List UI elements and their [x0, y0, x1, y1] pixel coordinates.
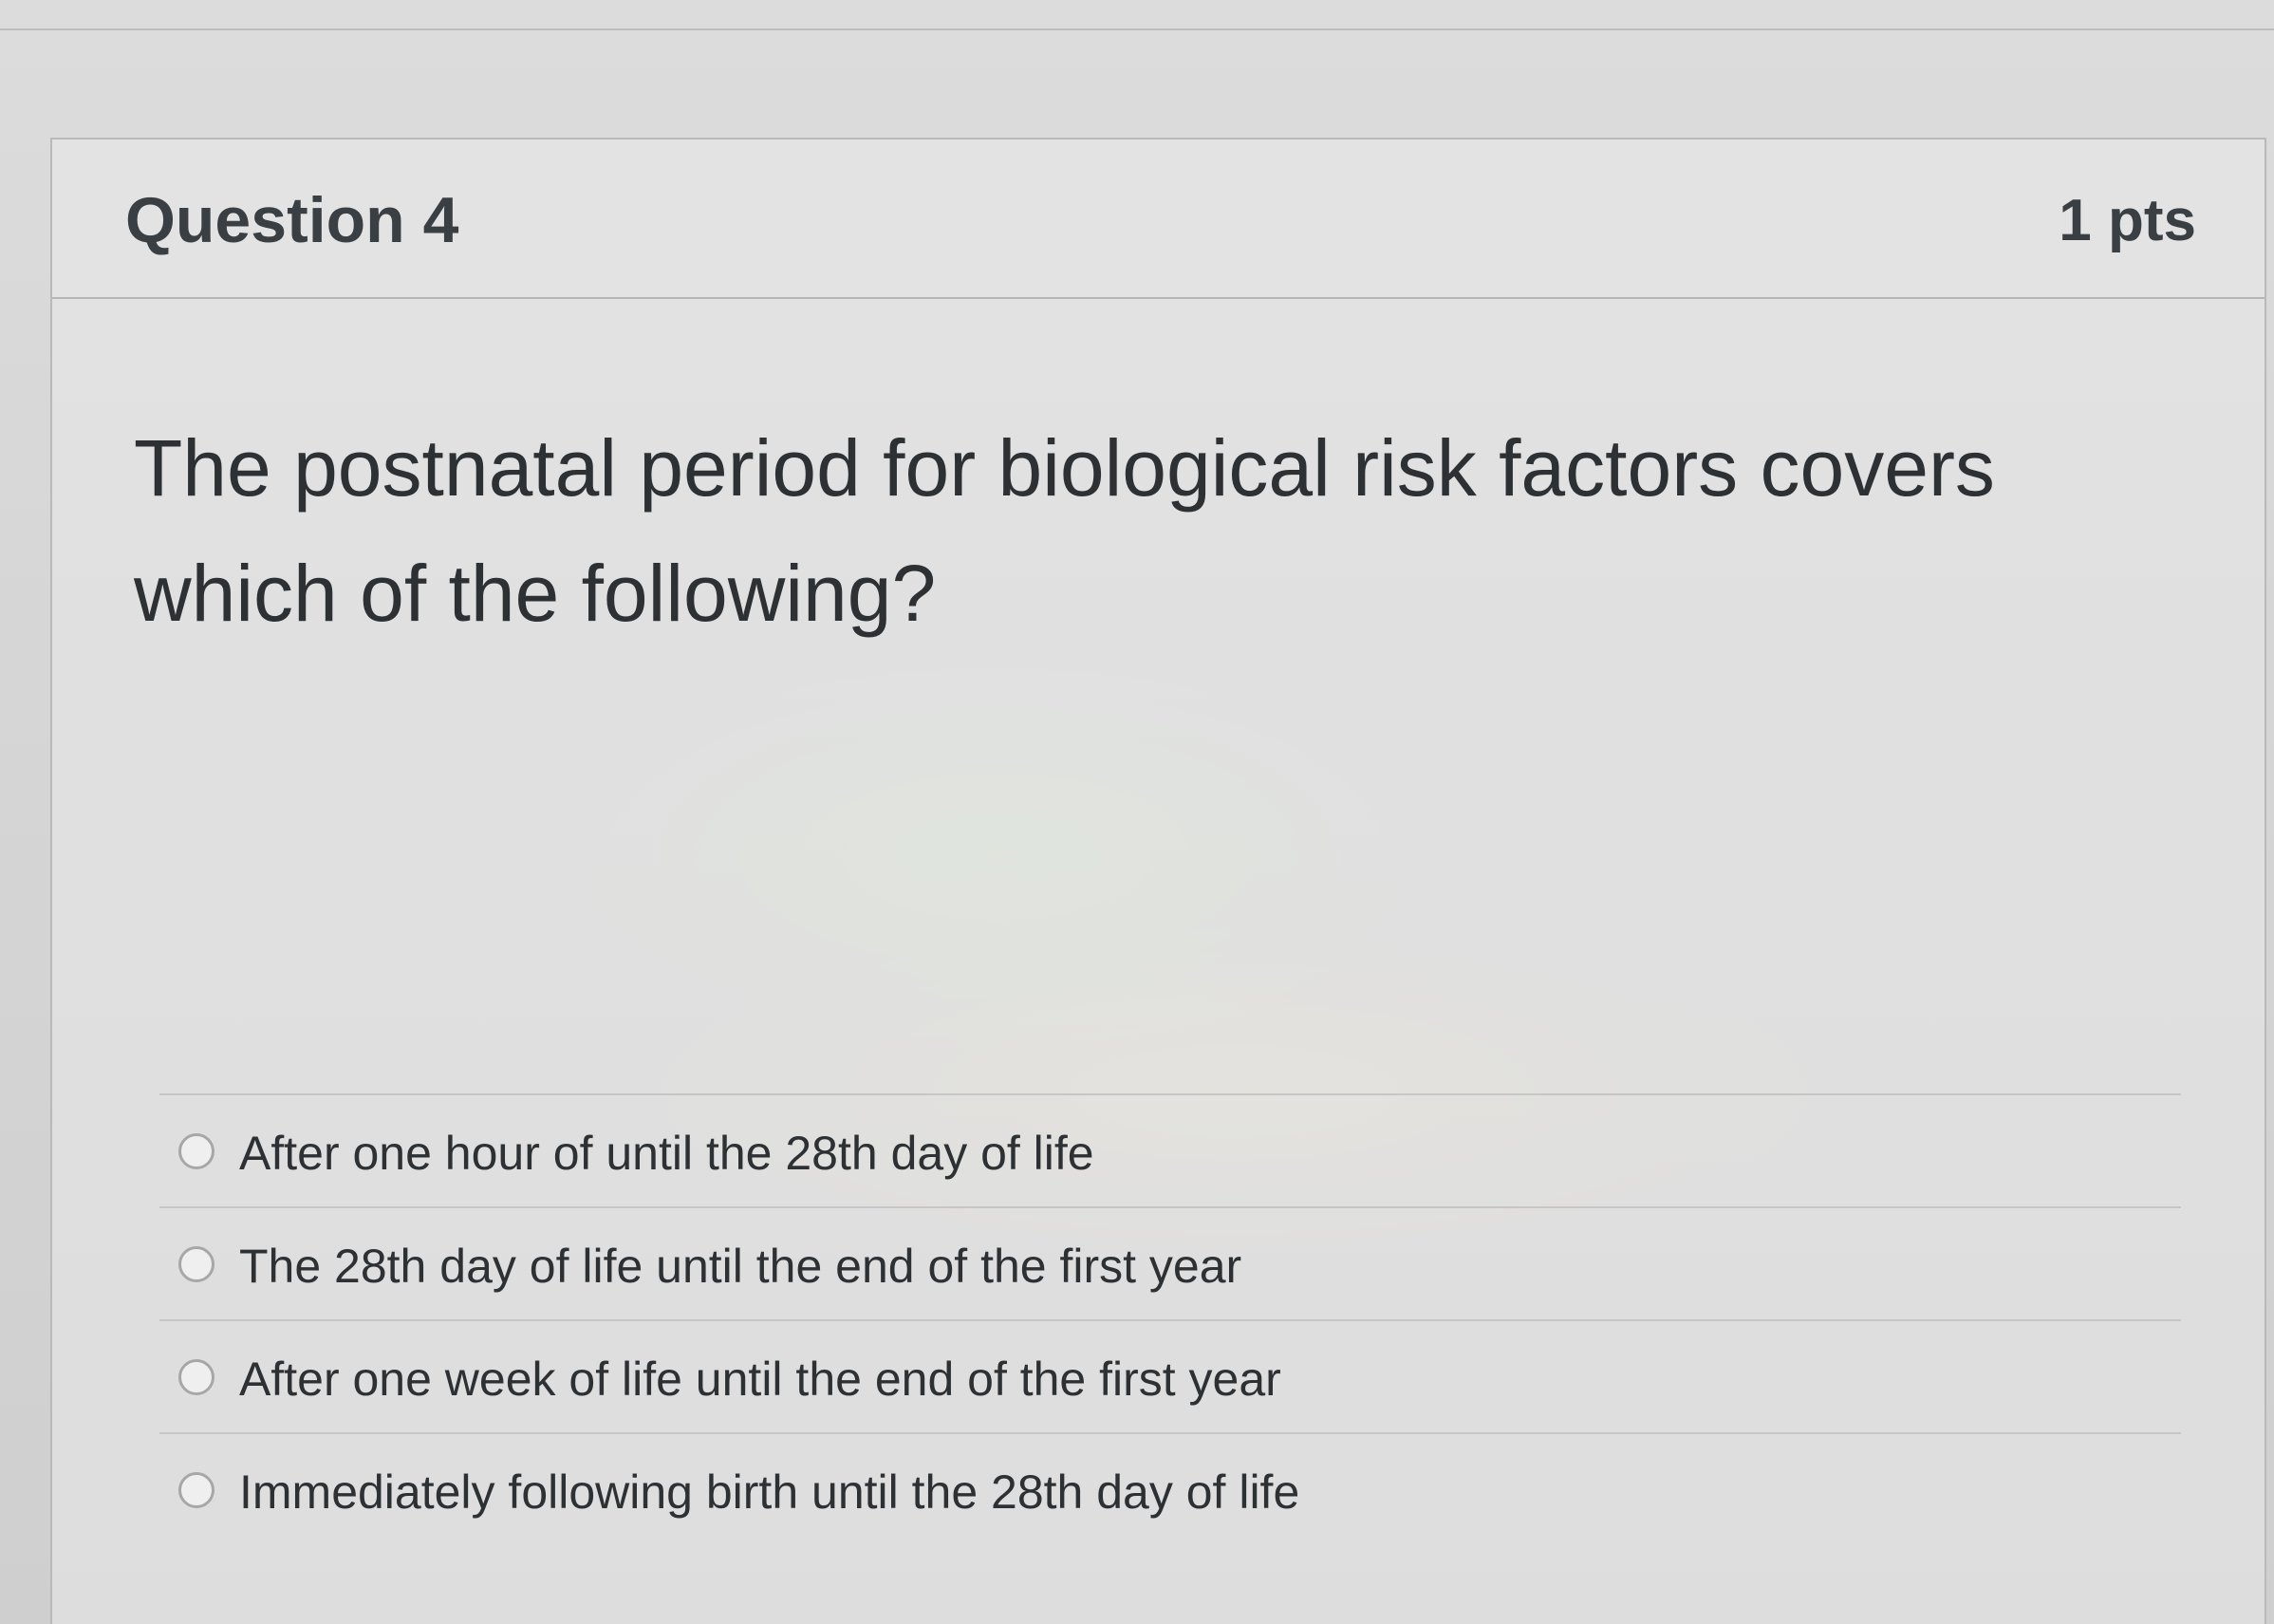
- question-title: Question 4: [125, 184, 459, 256]
- answer-list: After one hour of until the 28th day of …: [159, 1093, 2181, 1545]
- answer-option[interactable]: The 28th day of life until the end of th…: [159, 1206, 2181, 1319]
- radio-button[interactable]: [178, 1246, 214, 1282]
- answer-label[interactable]: The 28th day of life until the end of th…: [239, 1239, 1241, 1294]
- answer-option[interactable]: After one hour of until the 28th day of …: [159, 1093, 2181, 1206]
- answer-label[interactable]: Immediately following birth until the 28…: [239, 1465, 1299, 1520]
- answer-option[interactable]: After one week of life until the end of …: [159, 1319, 2181, 1432]
- answer-label[interactable]: After one hour of until the 28th day of …: [239, 1126, 1094, 1181]
- answer-label[interactable]: After one week of life until the end of …: [239, 1352, 1281, 1407]
- question-text: The postnatal period for biological risk…: [134, 423, 1995, 638]
- radio-button[interactable]: [178, 1472, 214, 1508]
- page-divider: [0, 28, 2274, 30]
- question-header: Question 4 1 pts: [52, 140, 2265, 299]
- radio-button[interactable]: [178, 1133, 214, 1169]
- question-points: 1 pts: [2059, 188, 2196, 253]
- radio-button[interactable]: [178, 1359, 214, 1395]
- answer-option[interactable]: Immediately following birth until the 28…: [159, 1432, 2181, 1545]
- question-card: Question 4 1 pts The postnatal period fo…: [50, 138, 2266, 1624]
